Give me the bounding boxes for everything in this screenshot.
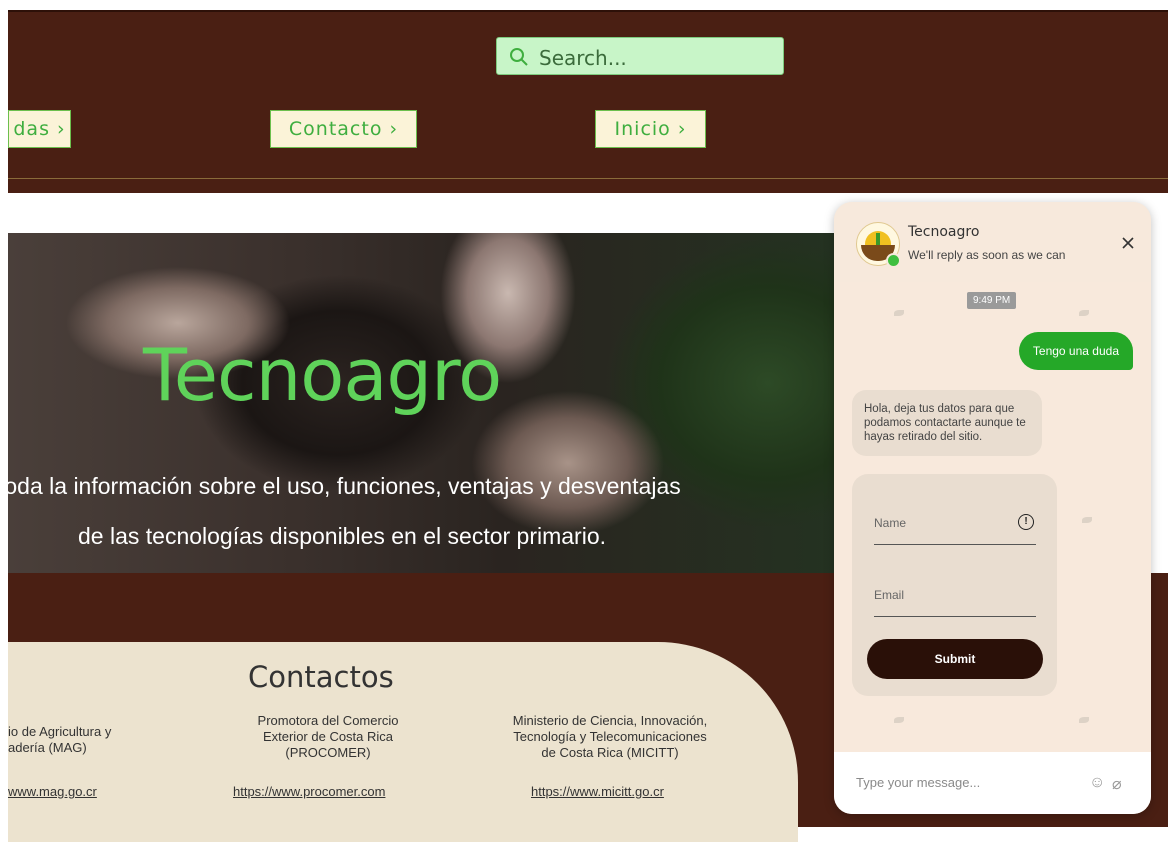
outgoing-message: Tengo una duda bbox=[1018, 332, 1133, 370]
leaf-pattern-icon bbox=[894, 310, 904, 316]
emoji-icon[interactable]: ☺ bbox=[1089, 774, 1105, 792]
nav-button-partial[interactable]: das › bbox=[8, 110, 71, 148]
chat-subtitle: We'll reply as soon as we can bbox=[908, 248, 1066, 262]
submit-button[interactable]: Submit bbox=[867, 639, 1043, 679]
leaf-pattern-icon bbox=[1079, 717, 1089, 723]
search-icon bbox=[510, 48, 528, 66]
message-input[interactable] bbox=[854, 774, 1078, 791]
close-icon[interactable] bbox=[1119, 234, 1137, 252]
org-micitt-name2: Tecnología y Telecomunicaciones bbox=[513, 729, 707, 744]
hero-banner: Tecnoagro toda la información sobre el u… bbox=[8, 233, 834, 573]
name-field[interactable]: ! bbox=[874, 514, 1036, 545]
info-icon[interactable]: ! bbox=[1018, 514, 1034, 530]
email-field[interactable] bbox=[874, 588, 1036, 617]
org-procomer-name2: Exterior de Costa Rica bbox=[262, 729, 394, 744]
org-procomer-name1: Promotora del Comercio bbox=[257, 713, 399, 728]
incoming-message: Hola, deja tus datos para que podamos co… bbox=[852, 390, 1042, 456]
org-mag-name2: adería (MAG) bbox=[8, 740, 87, 755]
leaf-pattern-icon bbox=[894, 717, 904, 723]
contacts-section: Contactos io de Agricultura y adería (MA… bbox=[8, 642, 798, 842]
chat-input-bar: ☺ ⌀ bbox=[834, 752, 1151, 814]
contact-form: ! Submit bbox=[852, 474, 1057, 696]
header-divider bbox=[8, 178, 1168, 179]
email-input[interactable] bbox=[874, 588, 1014, 602]
nav-button-inicio[interactable]: Inicio › bbox=[595, 110, 706, 148]
message-timestamp: 9:49 PM bbox=[967, 292, 1017, 309]
hero-title: Tecnoagro bbox=[143, 333, 502, 417]
org-micitt-name1: Ministerio de Ciencia, Innovación, bbox=[512, 713, 708, 728]
chat-header: Tecnoagro We'll reply as soon as we can bbox=[834, 202, 1151, 282]
attachment-icon[interactable]: ⌀ bbox=[1112, 774, 1122, 794]
org-mag: io de Agricultura y adería (MAG) bbox=[8, 724, 111, 756]
org-procomer-link[interactable]: https://www.procomer.com bbox=[233, 784, 385, 799]
site-header: das › Contacto › Inicio › bbox=[8, 10, 1168, 193]
online-status-icon bbox=[886, 253, 901, 268]
org-mag-link[interactable]: www.mag.go.cr bbox=[8, 784, 97, 799]
nav-button-contacto[interactable]: Contacto › bbox=[270, 110, 417, 148]
leaf-pattern-icon bbox=[1079, 310, 1089, 316]
hero-description-line1: toda la información sobre el uso, funcio… bbox=[8, 473, 681, 499]
chat-messages[interactable]: 9:49 PM Tengo una duda Hola, deja tus da… bbox=[834, 282, 1151, 752]
org-micitt: Ministerio de Ciencia, Innovación, Tecno… bbox=[490, 713, 730, 761]
chat-business-name: Tecnoagro bbox=[908, 224, 980, 240]
org-procomer-name3: (PROCOMER) bbox=[285, 745, 371, 760]
org-micitt-link[interactable]: https://www.micitt.go.cr bbox=[531, 784, 664, 799]
search-box[interactable] bbox=[496, 37, 784, 75]
contacts-title: Contactos bbox=[248, 660, 394, 694]
hero-description-line2: de las tecnologías disponibles en el sec… bbox=[78, 523, 607, 549]
name-input[interactable] bbox=[874, 516, 1014, 530]
org-mag-name1: io de Agricultura y bbox=[8, 724, 112, 739]
org-micitt-name3: de Costa Rica (MICITT) bbox=[541, 745, 679, 760]
leaf-pattern-icon bbox=[1082, 517, 1092, 523]
chat-widget: Tecnoagro We'll reply as soon as we can … bbox=[834, 202, 1151, 814]
org-procomer: Promotora del Comercio Exterior de Costa… bbox=[228, 713, 428, 761]
search-input[interactable] bbox=[537, 42, 771, 74]
